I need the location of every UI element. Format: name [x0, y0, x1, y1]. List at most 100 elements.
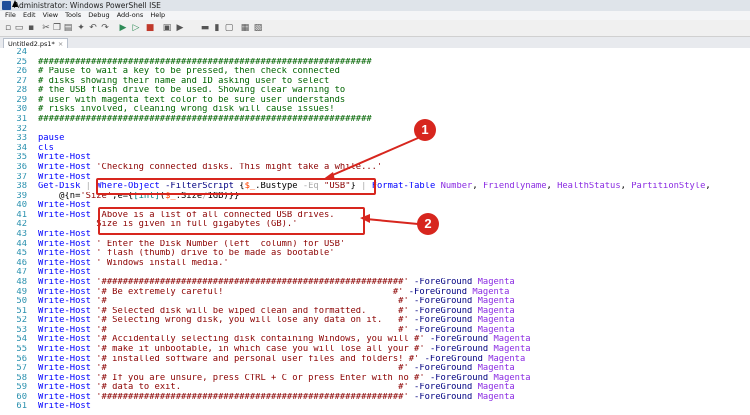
code-line[interactable]: 45 Write-Host ' flash (thumb) drive to be…	[0, 249, 750, 259]
code-token: -ForeGround	[408, 287, 468, 297]
code-line[interactable]: 47 Write-Host	[0, 268, 750, 278]
clear-icon[interactable]: ✦	[76, 23, 86, 33]
code-token: Magenta	[477, 383, 515, 393]
run-icon[interactable]: ▶	[118, 23, 128, 33]
code-line[interactable]: 61 Write-Host	[0, 402, 750, 412]
code-token: Format-Table	[371, 182, 436, 192]
code-line[interactable]: 24	[0, 48, 750, 58]
code-token: -ForeGround	[414, 316, 473, 326]
code-token: Magenta	[477, 364, 515, 374]
open-icon[interactable]: ▭	[14, 23, 24, 33]
code-token: -ForeGround	[414, 325, 473, 335]
code-token: -ForeGround	[414, 392, 473, 402]
cut-icon[interactable]: ✂	[41, 23, 51, 33]
code-line[interactable]: 32	[0, 125, 750, 135]
code-line[interactable]: 25 ######################################…	[0, 58, 750, 68]
code-token: '# If you are unsure, press CTRL + C or …	[96, 373, 425, 383]
code-token: @{n=	[38, 191, 81, 201]
menu-tools[interactable]: Tools	[65, 11, 81, 19]
code-token: cls	[38, 143, 54, 153]
code-line[interactable]: 60 Write-Host '##########################…	[0, 393, 750, 403]
code-line[interactable]: 36 Write-Host 'Checking connected disks. …	[0, 163, 750, 173]
code-token: ' flash (thumb) drive to be made as boot…	[96, 249, 335, 259]
code-line[interactable]: 54 Write-Host '# Accidentally selecting d…	[0, 335, 750, 345]
code-line[interactable]: 34 cls	[0, 144, 750, 154]
code-line[interactable]: 29 # user with magenta text color to be s…	[0, 96, 750, 106]
code-token: '#######################################…	[96, 392, 409, 402]
start-powershell-icon[interactable]: ▶	[175, 23, 185, 33]
code-text: Write-Host ' Enter the Disk Number (left…	[38, 240, 345, 250]
code-line[interactable]: 30 # risks involved, cleaning wrong disk …	[0, 105, 750, 115]
code-line[interactable]: 26 # Pause to wait a key to be pressed, t…	[0, 67, 750, 77]
code-token: Magenta	[472, 287, 510, 297]
code-token: -ForeGround	[414, 297, 473, 307]
new-icon[interactable]: ▫	[3, 23, 13, 33]
show-commands-icon[interactable]: ▧	[253, 23, 263, 33]
menu-debug[interactable]: Debug	[88, 11, 109, 19]
menu-add-ons[interactable]: Add-ons	[117, 11, 144, 19]
code-line[interactable]: 35 Write-Host	[0, 153, 750, 163]
line-number: 43	[16, 230, 27, 240]
menu-help[interactable]: Help	[150, 11, 165, 19]
code-line[interactable]: 52 Write-Host '# Selecting wrong disk, yo…	[0, 316, 750, 326]
code-line[interactable]: 48 Write-Host '##########################…	[0, 278, 750, 288]
code-text: # user with magenta text color to be sur…	[38, 96, 345, 106]
code-line[interactable]: 56 Write-Host '# installed software and p…	[0, 355, 750, 365]
toolbar: ▫ ▭ ▪ ✂ ❐ ▤ ✦ ↶ ↷ ▶ ▷ ■ ▣ ▶ ▬ ▮ ▢ ▦ ▧	[0, 20, 750, 37]
save-icon[interactable]: ▪	[26, 23, 36, 33]
show-console-icon[interactable]: ▦	[240, 23, 250, 33]
code-token: Write-Host	[38, 364, 91, 374]
code-line[interactable]: 49 Write-Host '# Be extremely careful! #'…	[0, 288, 750, 298]
line-number: 35	[16, 153, 27, 163]
window-title: Administrator: Windows PowerShell ISE	[14, 1, 161, 10]
line-number: 56	[16, 354, 27, 364]
close-icon[interactable]: ×	[58, 40, 63, 48]
undo-icon[interactable]: ↶	[88, 23, 98, 33]
stop-icon[interactable]: ■	[145, 23, 155, 33]
code-line[interactable]: 33 pause	[0, 134, 750, 144]
code-token: ,	[705, 182, 711, 192]
code-text: Write-Host '# Selected disk will be wipe…	[38, 307, 515, 317]
code-line[interactable]: 46 Write-Host ' Windows install media.'	[0, 259, 750, 269]
code-text: Write-Host '# Accidentally selecting dis…	[38, 335, 531, 345]
code-line[interactable]: 55 Write-Host '# make it unbootable, in w…	[0, 345, 750, 355]
annotation-badge-2: 2	[417, 213, 439, 235]
code-token: Magenta	[477, 325, 515, 335]
code-token: Write-Host	[38, 268, 91, 278]
mouse-cursor-icon	[12, 0, 18, 7]
code-line[interactable]: 58 Write-Host '# If you are unsure, press…	[0, 374, 750, 384]
code-token: '# Accidentally selecting disk containin…	[96, 335, 425, 345]
line-number: 39	[16, 191, 27, 201]
run-selection-icon[interactable]: ▷	[131, 23, 141, 33]
code-line[interactable]: 31 ######################################…	[0, 115, 750, 125]
code-text: Write-Host '# Be extremely careful! #' -…	[38, 288, 509, 298]
code-line[interactable]: 44 Write-Host ' Enter the Disk Number (le…	[0, 240, 750, 250]
new-remote-tab-icon[interactable]: ▣	[162, 23, 172, 33]
code-text: Write-Host '# #' -ForeGround Magenta	[38, 297, 515, 307]
code-token: Write-Host	[38, 316, 91, 326]
layout-right-icon[interactable]: ▮	[212, 23, 222, 33]
paste-icon[interactable]: ▤	[63, 23, 73, 33]
menu-edit[interactable]: Edit	[23, 11, 36, 19]
code-text: Write-Host ' flash (thumb) drive to be m…	[38, 249, 335, 259]
copy-icon[interactable]: ❐	[52, 23, 62, 33]
menu-view[interactable]: View	[43, 11, 58, 19]
code-line[interactable]: 59 Write-Host '# data to exit. #' -ForeGr…	[0, 383, 750, 393]
tab-label: Untitled2.ps1*	[8, 40, 55, 48]
code-token: Write-Host	[38, 153, 91, 163]
layout-top-icon[interactable]: ▬	[200, 23, 210, 33]
code-token: Write-Host	[38, 239, 91, 249]
code-line[interactable]: 27 # disks showing their name and ID aski…	[0, 77, 750, 87]
code-line[interactable]: 51 Write-Host '# Selected disk will be wi…	[0, 307, 750, 317]
code-token: Write-Host	[38, 373, 91, 383]
menu-file[interactable]: File	[5, 11, 16, 19]
layout-max-icon[interactable]: ▢	[224, 23, 234, 33]
redo-icon[interactable]: ↷	[100, 23, 110, 33]
code-token: Write-Host	[38, 201, 91, 211]
code-line[interactable]: 53 Write-Host '# #' -ForeGround Magenta	[0, 326, 750, 336]
code-token: Write-Host	[38, 210, 91, 220]
code-token: '# #'	[96, 297, 409, 307]
code-line[interactable]: 57 Write-Host '# #' -ForeGround Magenta	[0, 364, 750, 374]
code-line[interactable]: 28 # the USB flash drive to be used. Show…	[0, 86, 750, 96]
code-line[interactable]: 50 Write-Host '# #' -ForeGround Magenta	[0, 297, 750, 307]
